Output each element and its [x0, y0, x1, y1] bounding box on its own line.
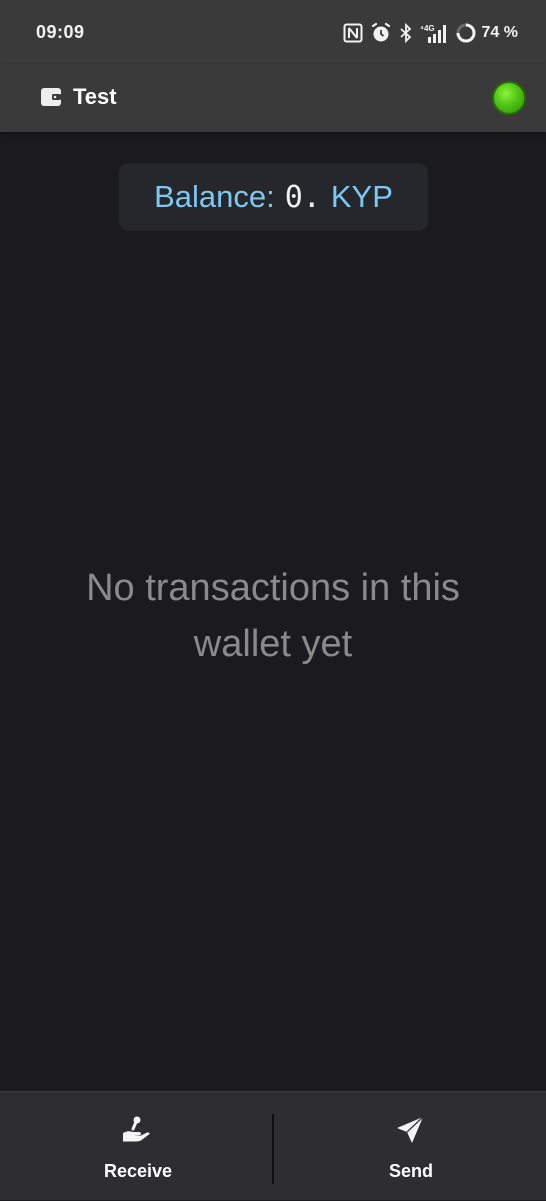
app-bar: Test	[0, 64, 546, 132]
bottom-action-bar: Receive Send	[0, 1091, 546, 1200]
alarm-icon	[370, 22, 392, 44]
balance-unit: KYP	[330, 179, 393, 214]
wallet-icon	[40, 86, 62, 108]
balance-card: Balance: 0. KYP	[119, 163, 428, 231]
send-label: Send	[389, 1161, 434, 1181]
battery-percentage: 74 %	[481, 24, 518, 41]
connection-status-indicator[interactable]	[492, 81, 526, 115]
receive-label: Receive	[104, 1161, 173, 1181]
receive-hand-icon	[120, 1114, 152, 1146]
paper-plane-icon	[394, 1114, 426, 1146]
signal-4g-icon: ⁴4G	[420, 22, 448, 44]
wallet-title: Test	[73, 84, 117, 109]
receive-button[interactable]: Receive	[0, 1092, 273, 1201]
bluetooth-icon	[399, 23, 413, 43]
status-icons: ⁴4G 74 %	[343, 20, 518, 46]
empty-message-line-1: No transactions in this	[86, 567, 460, 609]
balance-amount: 0.	[284, 179, 321, 215]
status-bar: 09:09 ⁴4G 74 %	[0, 0, 546, 64]
svg-text:⁴4G: ⁴4G	[420, 24, 435, 33]
status-time: 09:09	[36, 22, 85, 42]
battery-ring-icon	[455, 22, 477, 44]
nfc-icon	[343, 23, 363, 43]
empty-message-line-2: wallet yet	[193, 623, 353, 665]
send-button[interactable]: Send	[273, 1092, 546, 1201]
empty-transactions-message: No transactions in this wallet yet	[30, 560, 516, 672]
balance-label: Balance:	[154, 179, 275, 214]
